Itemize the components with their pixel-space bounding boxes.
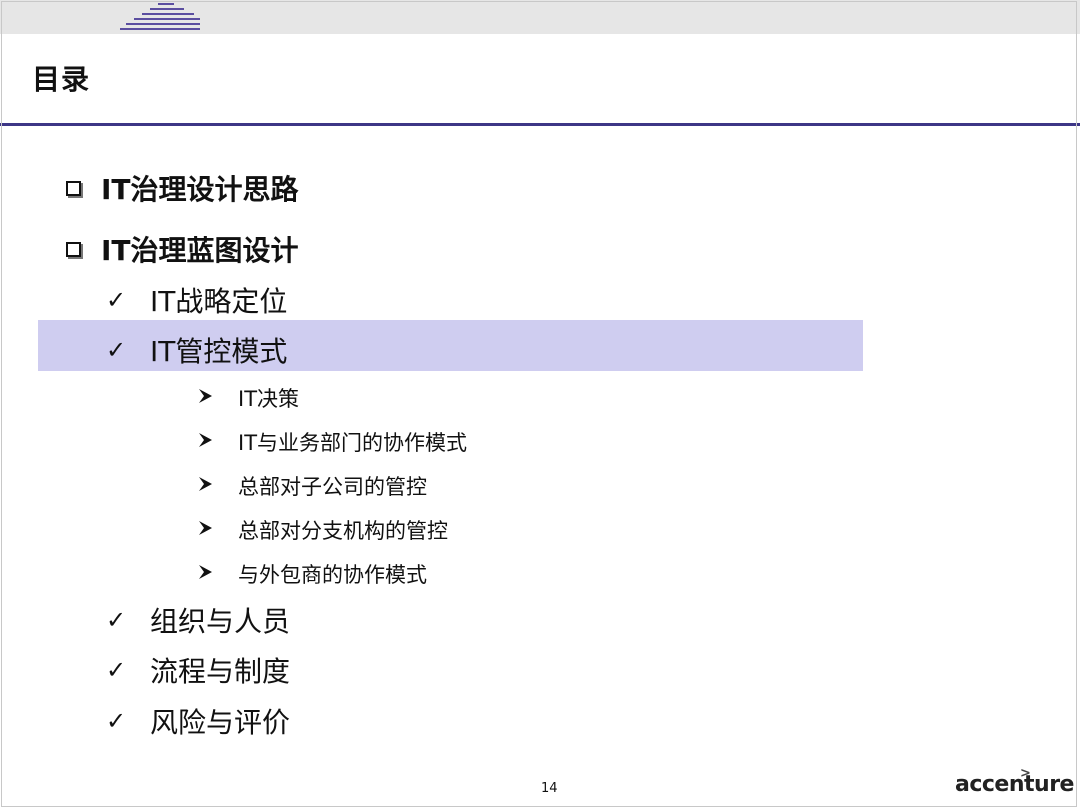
outline-detail: 总部对子公司的管控 [196,471,427,501]
page-number: 14 [541,781,558,796]
logo-stripes-icon [120,2,200,34]
checkmark-icon: ✓ [106,336,127,364]
page-title: 目录 [32,63,91,96]
subsection-label: 组织与人员 [150,605,291,638]
checkmark-icon: ✓ [106,707,127,735]
arrow-bullet-icon [196,430,218,454]
checkmark-icon: ✓ [106,606,127,634]
detail-label: 总部对分支机构的管控 [238,519,448,543]
arrow-bullet-icon [196,518,218,542]
outline-subsection: ✓ 风险与评价 [106,701,290,741]
top-bar [0,0,1080,34]
slide: 目录 IT治理设计思路 IT治理蓝图设计 ✓ IT战略定位 ✓ IT管控模式 I… [0,0,1080,810]
outline-section: IT治理设计思路 [66,168,299,208]
outline-subsection: ✓ 流程与制度 [106,650,290,690]
detail-label: IT决策 [238,387,300,411]
checkmark-icon: ✓ [106,286,127,314]
outline-detail: IT决策 [196,383,299,413]
detail-label: 与外包商的协作模式 [238,563,427,587]
brand-logo: accenture [955,772,1074,797]
outline-subsection-current: ✓ IT管控模式 [106,330,287,370]
section-label: IT治理蓝图设计 [101,234,299,267]
checkbox-bullet-icon [66,241,81,257]
title-divider [0,123,1080,126]
outline-subsection: ✓ 组织与人员 [106,600,290,640]
outline-section: IT治理蓝图设计 [66,229,299,269]
detail-label: 总部对子公司的管控 [238,475,427,499]
arrow-bullet-icon [196,386,218,410]
outline-subsection: ✓ IT战略定位 [106,280,287,320]
subsection-label: 流程与制度 [150,655,291,688]
detail-label: IT与业务部门的协作模式 [238,431,468,455]
arrow-bullet-icon [196,562,218,586]
subsection-label: IT管控模式 [150,335,288,368]
arrow-bullet-icon [196,474,218,498]
subsection-label: IT战略定位 [150,285,288,318]
outline-detail: 总部对分支机构的管控 [196,515,448,545]
outline-detail: IT与业务部门的协作模式 [196,427,467,457]
checkbox-bullet-icon [66,180,81,196]
subsection-label: 风险与评价 [150,706,291,739]
outline-detail: 与外包商的协作模式 [196,559,427,589]
section-label: IT治理设计思路 [101,173,299,206]
checkmark-icon: ✓ [106,656,127,684]
